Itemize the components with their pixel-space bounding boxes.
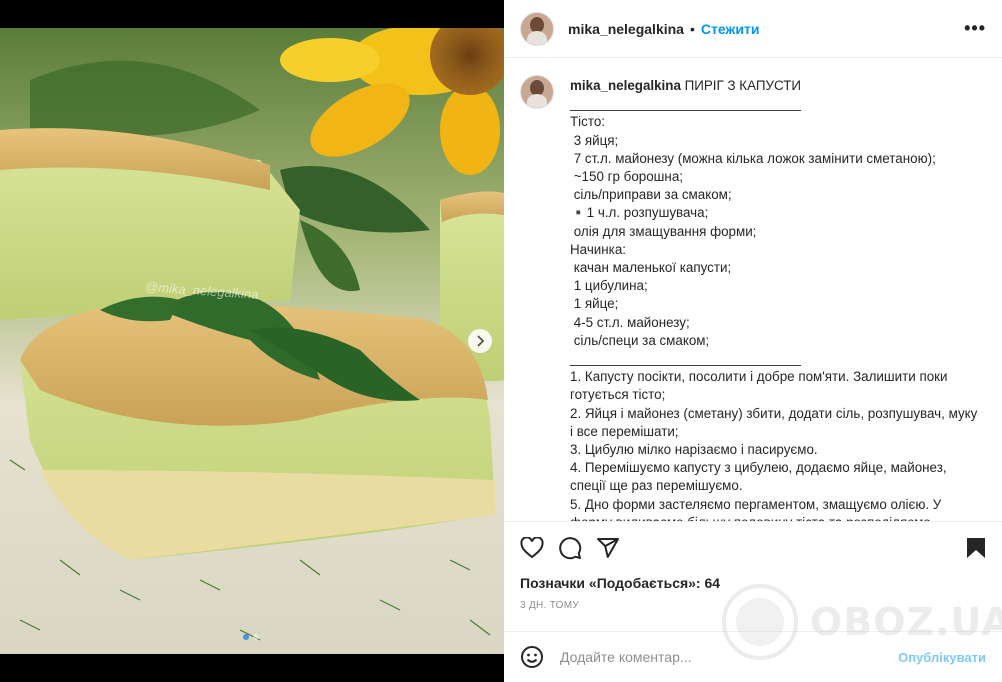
next-photo-button[interactable] bbox=[468, 329, 492, 353]
post-actions-section: Позначки «Подобається»: 64 3 ДН. ТОМУ bbox=[504, 521, 1002, 611]
post-details-panel: mika_nelegalkina • Стежити ••• mika_nele… bbox=[504, 0, 1002, 682]
caption-line: Тісто: bbox=[570, 114, 605, 130]
carousel-dot bbox=[253, 634, 259, 640]
caption-line: 2. Яйця і майонез (сметану) збити, додат… bbox=[570, 405, 982, 439]
caption-line: _______________________________ bbox=[570, 96, 801, 112]
share-icon[interactable] bbox=[596, 536, 620, 560]
more-options-icon[interactable]: ••• bbox=[964, 18, 986, 39]
avatar[interactable] bbox=[520, 11, 554, 46]
caption-line: ~150 гр борошна; bbox=[570, 169, 683, 185]
caption-line: ▪️1 ч.л. розпушувача; bbox=[570, 205, 709, 221]
add-comment-bar: Опублікувати bbox=[504, 631, 1002, 682]
caption-line: Начинка: bbox=[570, 241, 626, 257]
likes-count[interactable]: Позначки «Подобається»: 64 bbox=[504, 575, 1002, 591]
caption-line: 4. Перемішуємо капусту з цибулею, додаєм… bbox=[570, 460, 951, 494]
emoji-icon[interactable] bbox=[520, 645, 544, 669]
caption-line: 1. Капусту посікти, посолити і добре пом… bbox=[570, 369, 952, 403]
comment-icon[interactable] bbox=[558, 536, 582, 560]
caption-line: качан маленької капусти; bbox=[570, 260, 732, 276]
post-photo[interactable]: @mika_nelegalkina bbox=[0, 0, 504, 682]
caption-line: 1 яйце; bbox=[570, 296, 619, 312]
action-bar bbox=[504, 522, 1002, 574]
caption-line: 5. Дно форми застеляємо пергаментом, зма… bbox=[570, 496, 942, 521]
follow-button[interactable]: Стежити bbox=[701, 21, 760, 37]
username-link[interactable]: mika_nelegalkina bbox=[568, 21, 684, 37]
carousel-dots bbox=[243, 634, 259, 640]
heart-icon[interactable] bbox=[520, 537, 544, 559]
cabbage-pie-image bbox=[0, 0, 504, 682]
chevron-right-icon bbox=[477, 335, 485, 347]
caption-avatar[interactable] bbox=[520, 75, 554, 109]
caption-line: _______________________________ bbox=[570, 351, 801, 367]
caption-text: mika_nelegalkina ПИРІГ З КАПУСТИ _______… bbox=[570, 77, 980, 521]
caption-author[interactable]: mika_nelegalkina bbox=[570, 78, 681, 93]
carousel-dot-active bbox=[243, 634, 249, 640]
bookmark-icon[interactable] bbox=[966, 537, 986, 559]
caption-line: 4-5 ст.л. майонезу; bbox=[570, 314, 690, 330]
caption-scroll-area[interactable]: mika_nelegalkina ПИРІГ З КАПУСТИ _______… bbox=[504, 59, 1002, 521]
caption-line: 3. Цибулю мілко нарізаємо і пасируємо. bbox=[570, 442, 818, 458]
publish-button[interactable]: Опублікувати bbox=[898, 650, 986, 665]
caption-line: олія для змащування форми; bbox=[570, 223, 757, 239]
post-header: mika_nelegalkina • Стежити ••• bbox=[504, 0, 1002, 58]
comment-input[interactable] bbox=[558, 648, 899, 666]
post-timestamp[interactable]: 3 ДН. ТОМУ bbox=[504, 600, 1002, 611]
caption-line: 3 яйця; bbox=[570, 132, 619, 148]
caption-title: ПИРІГ З КАПУСТИ bbox=[680, 78, 802, 93]
separator-dot: • bbox=[689, 20, 695, 37]
caption-line: сіль/приправи за смаком; bbox=[570, 187, 732, 203]
caption-line: сіль/специ за смаком; bbox=[570, 332, 710, 348]
caption-line: 7 ст.л. майонезу (можна кілька ложок зам… bbox=[570, 150, 936, 166]
caption-line: 1 цибулина; bbox=[570, 278, 648, 294]
